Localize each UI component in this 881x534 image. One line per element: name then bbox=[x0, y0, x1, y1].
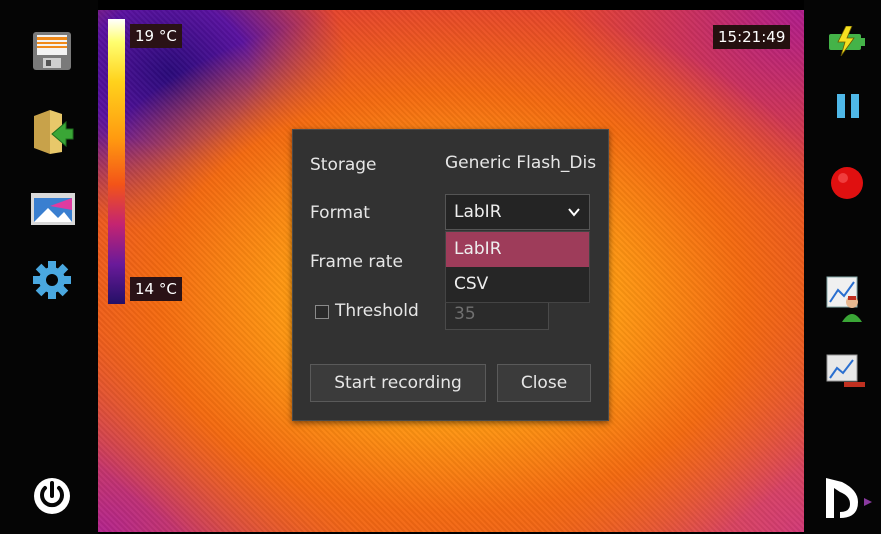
framerate-label: Frame rate bbox=[310, 252, 403, 272]
temperature-color-scale bbox=[108, 19, 125, 304]
storage-value: Generic Flash_Dis bbox=[445, 153, 597, 173]
record-icon[interactable] bbox=[830, 166, 864, 200]
open-folder-icon[interactable] bbox=[32, 108, 74, 156]
settings-gear-icon[interactable] bbox=[32, 260, 72, 300]
storage-label: Storage bbox=[310, 155, 377, 175]
chart-icon[interactable] bbox=[826, 354, 866, 388]
power-icon[interactable] bbox=[33, 475, 71, 515]
image-icon[interactable] bbox=[30, 192, 76, 226]
right-toolbar bbox=[804, 0, 881, 534]
scale-max-label: 19 °C bbox=[130, 24, 182, 48]
clock-display: 15:21:49 bbox=[713, 25, 791, 49]
chevron-down-icon bbox=[568, 208, 580, 217]
logo-icon bbox=[822, 470, 874, 520]
threshold-checkbox[interactable] bbox=[315, 305, 329, 319]
save-icon[interactable] bbox=[32, 30, 72, 72]
format-option-csv[interactable]: CSV bbox=[446, 267, 589, 302]
threshold-label[interactable]: Threshold bbox=[335, 301, 419, 321]
format-option-labir[interactable]: LabIR bbox=[446, 232, 589, 267]
format-select[interactable]: LabIR bbox=[445, 194, 590, 230]
pause-icon[interactable] bbox=[834, 92, 862, 120]
format-dropdown-list: LabIR CSV bbox=[445, 231, 590, 303]
format-label: Format bbox=[310, 203, 370, 223]
scale-min-label: 14 °C bbox=[130, 277, 182, 301]
chart-person-icon[interactable] bbox=[826, 276, 866, 322]
recording-dialog: Storage Generic Flash_Dis Format LabIR F… bbox=[292, 129, 609, 421]
format-selected-value: LabIR bbox=[454, 202, 502, 222]
battery-charging-icon bbox=[826, 25, 866, 57]
close-button[interactable]: Close bbox=[497, 364, 591, 402]
start-recording-button[interactable]: Start recording bbox=[310, 364, 486, 402]
